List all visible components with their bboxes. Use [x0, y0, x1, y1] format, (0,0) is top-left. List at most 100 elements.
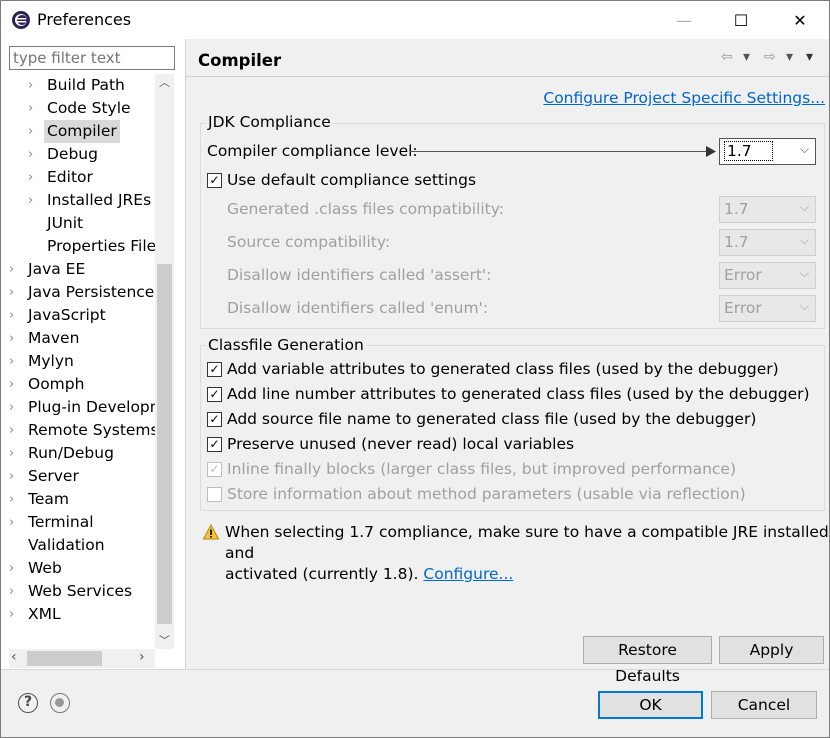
minimize-button[interactable]: —: [661, 1, 707, 39]
tree-item-label: Terminal: [28, 513, 94, 531]
chevron-right-icon[interactable]: ›: [28, 74, 40, 97]
chevron-right-icon[interactable]: ›: [9, 419, 21, 442]
use-default-checkbox[interactable]: ✓: [207, 173, 222, 188]
cancel-button[interactable]: Cancel: [711, 691, 817, 719]
compiler-page: Compiler ⇦ ▾ ⇨ ▾ ▾ Configure Project Spe…: [186, 39, 829, 685]
tree-item-label: Run/Debug: [28, 444, 114, 462]
annotation-arrow-line: [410, 151, 710, 152]
source-compat-label: Source compatibility:: [227, 233, 391, 251]
filter-input[interactable]: [9, 46, 175, 70]
chevron-right-icon[interactable]: ›: [9, 580, 21, 603]
classfile-option-checkbox[interactable]: ✓: [207, 412, 222, 427]
scrollbar-thumb[interactable]: [157, 264, 172, 624]
preferences-window: Preferences — ☐ ✕ › Build Path › Code Style…: [0, 0, 830, 738]
classfile-option-checkbox[interactable]: ✓: [207, 387, 222, 402]
left-panel: ›Build Path›Code Style›Compiler›Debug›Ed…: [1, 39, 185, 669]
scrollbar-thumb[interactable]: [27, 651, 102, 666]
apply-button[interactable]: Apply: [719, 636, 824, 664]
chevron-right-icon[interactable]: ›: [9, 396, 21, 419]
chevron-right-icon[interactable]: ›: [9, 327, 21, 350]
classfile-option-label: Add variable attributes to generated cla…: [227, 360, 779, 378]
record-macro-icon[interactable]: [50, 693, 70, 713]
source-compat-value: 1.7: [724, 233, 749, 251]
header-separator: [186, 76, 829, 77]
tree-item-label: JavaScript: [28, 306, 106, 324]
maximize-icon: ☐: [733, 10, 749, 30]
chevron-down-icon: ⌵: [799, 142, 809, 156]
chevron-right-icon[interactable]: ›: [9, 258, 21, 281]
chevron-right-icon[interactable]: ›: [9, 511, 21, 534]
minimize-icon: —: [676, 10, 692, 30]
help-icon[interactable]: ?: [18, 693, 38, 713]
chevron-right-icon[interactable]: ›: [28, 120, 40, 143]
view-menu-icon[interactable]: ▾: [806, 49, 813, 65]
forward-menu-icon[interactable]: ▾: [786, 49, 793, 65]
classfile-generation-title: Classfile Generation: [206, 336, 366, 354]
restore-defaults-button[interactable]: Restore Defaults: [583, 636, 712, 685]
disallow-enum-value: Error: [724, 299, 762, 317]
generated-class-compat-select[interactable]: 1.7 ⌵: [719, 196, 816, 223]
compliance-warning: When selecting 1.7 compliance, make sure…: [225, 522, 829, 585]
tree-horizontal-scrollbar[interactable]: ‹ ›: [9, 649, 155, 668]
classfile-option-checkbox[interactable]: [207, 487, 222, 502]
compliance-level-select[interactable]: 1.7 ⌵: [719, 138, 816, 165]
warning-line-2: activated (currently 1.8). Configure...: [225, 564, 829, 585]
tree-item-label: Web Services: [28, 582, 133, 600]
check-icon: ✓: [209, 462, 220, 476]
compliance-level-label: Compiler compliance level:: [207, 142, 418, 160]
check-icon: ✓: [209, 173, 220, 187]
chevron-right-icon[interactable]: ›: [28, 166, 40, 189]
chevron-right-icon[interactable]: ›: [28, 97, 40, 120]
disallow-enum-select[interactable]: Error ⌵: [719, 295, 816, 322]
warning-line-2-text: activated (currently 1.8).: [225, 565, 419, 583]
tree-item-label: JUnit: [47, 214, 84, 232]
check-icon: ✓: [209, 437, 220, 451]
close-button[interactable]: ✕: [777, 1, 823, 39]
scroll-left-icon[interactable]: ‹: [11, 649, 17, 665]
tree-vertical-scrollbar[interactable]: ︿ ﹀: [155, 74, 174, 649]
chevron-right-icon[interactable]: ›: [9, 603, 21, 626]
warning-icon: [203, 524, 219, 540]
jdk-compliance-title: JDK Compliance: [206, 113, 333, 131]
chevron-right-icon[interactable]: ›: [9, 373, 21, 396]
back-menu-icon[interactable]: ▾: [743, 49, 750, 65]
chevron-right-icon[interactable]: ›: [28, 143, 40, 166]
configure-link[interactable]: Configure...: [423, 565, 513, 583]
chevron-down-icon: ⌵: [799, 266, 809, 280]
tree-item-label: Web: [28, 559, 62, 577]
maximize-button[interactable]: ☐: [718, 1, 764, 39]
chevron-right-icon[interactable]: ›: [9, 557, 21, 580]
tree-item-label: Server: [28, 467, 79, 485]
classfile-option-label: Store information about method parameter…: [227, 485, 746, 503]
chevron-right-icon[interactable]: ›: [9, 465, 21, 488]
scroll-down-icon[interactable]: ﹀: [155, 632, 174, 649]
scroll-up-icon[interactable]: ︿: [155, 74, 174, 91]
generated-class-compat-label: Generated .class files compatibility:: [227, 200, 505, 218]
tree-item-label: Plug-in Development: [28, 398, 155, 416]
back-icon[interactable]: ⇦: [721, 49, 733, 65]
tree-item-label: Java EE: [28, 260, 86, 278]
chevron-right-icon[interactable]: ›: [9, 488, 21, 511]
tree-item-label: Editor: [47, 168, 93, 186]
tree-item-label: Code Style: [47, 99, 131, 117]
disallow-assert-select[interactable]: Error ⌵: [719, 262, 816, 289]
scroll-right-icon[interactable]: ›: [139, 649, 145, 665]
classfile-option-checkbox[interactable]: ✓: [207, 437, 222, 452]
forward-icon[interactable]: ⇨: [764, 49, 776, 65]
preference-tree: › Build Path › Code Style › Compiler › Debug › Ed…: [9, 74, 155, 649]
chevron-right-icon[interactable]: ›: [9, 350, 21, 373]
classfile-option-checkbox[interactable]: ✓: [207, 362, 222, 377]
check-icon: ✓: [209, 412, 220, 426]
chevron-right-icon[interactable]: ›: [9, 304, 21, 327]
chevron-right-icon[interactable]: ›: [9, 281, 21, 304]
tree-item-label: Oomph: [28, 375, 85, 393]
classfile-option-checkbox[interactable]: ✓: [207, 462, 222, 477]
disallow-enum-label: Disallow identifiers called 'enum':: [227, 299, 489, 317]
chevron-right-icon[interactable]: ›: [9, 442, 21, 465]
configure-project-settings-link[interactable]: Configure Project Specific Settings...: [543, 89, 825, 107]
footer-separator: [1, 669, 829, 670]
tree-item-label: Build Path: [47, 76, 125, 94]
chevron-right-icon[interactable]: ›: [28, 189, 40, 212]
ok-button[interactable]: OK: [598, 691, 703, 719]
source-compat-select[interactable]: 1.7 ⌵: [719, 229, 816, 256]
